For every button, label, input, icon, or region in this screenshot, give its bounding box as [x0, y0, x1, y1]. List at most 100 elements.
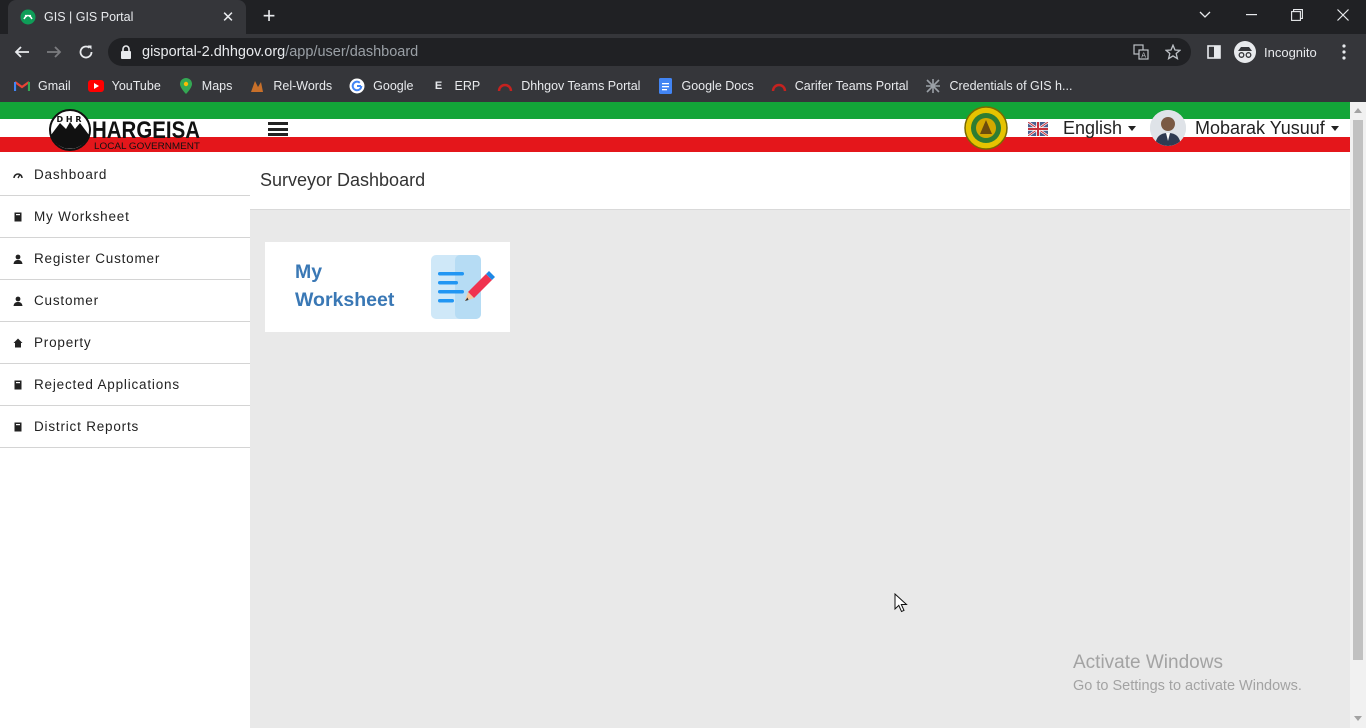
bookmark-item[interactable]: Google Docs: [657, 78, 754, 94]
worksheet-edit-icon: [431, 255, 495, 319]
user-icon: [13, 254, 23, 264]
sidebar-item-label: Dashboard: [34, 167, 108, 182]
bookmark-label: Google: [373, 79, 414, 93]
bookmark-item[interactable]: Maps: [178, 78, 232, 94]
sidebar-item-label: Customer: [34, 293, 99, 308]
reload-icon[interactable]: [72, 38, 100, 66]
google-docs-icon: [657, 78, 673, 94]
bookmark-label: Rel-Words: [273, 79, 333, 93]
logo-subtitle: LOCAL GOVERNMENT: [94, 141, 201, 151]
watermark-subtitle: Go to Settings to activate Windows.: [1073, 678, 1302, 694]
rel-words-icon: [249, 78, 265, 94]
sidebar-item-my-worksheet[interactable]: My Worksheet: [0, 196, 250, 238]
user-name: Mobarak Yusuuf: [1195, 117, 1325, 138]
url-text[interactable]: gisportal-2.dhhgov.org/app/user/dashboar…: [142, 44, 418, 60]
bookmarks-bar: Gmail YouTube Maps Rel-Words Google E ER…: [0, 70, 1366, 102]
sidebar-item-label: My Worksheet: [34, 209, 130, 224]
bookmark-item[interactable]: Dhhgov Teams Portal: [497, 78, 640, 94]
tab-close-icon[interactable]: ✕: [220, 8, 236, 26]
minimize-icon[interactable]: [1228, 0, 1274, 30]
back-icon[interactable]: [8, 38, 36, 66]
language-label: English: [1063, 118, 1123, 138]
language-dropdown[interactable]: English: [1028, 118, 1137, 139]
address-bar[interactable]: gisportal-2.dhhgov.org/app/user/dashboar…: [108, 38, 1191, 66]
bookmark-label: Google Docs: [681, 79, 754, 93]
bookmark-item[interactable]: Gmail: [14, 78, 71, 94]
book-icon: [14, 380, 22, 389]
sidebar-item-customer[interactable]: Customer: [0, 280, 250, 322]
user-icon: [13, 296, 23, 306]
credentials-icon: [925, 78, 941, 94]
translate-icon[interactable]: A: [1133, 44, 1149, 60]
top-banner: D H R HARGEISA LOCAL GOVERNMENT English: [0, 102, 1350, 154]
home-icon: [13, 338, 23, 347]
incognito-icon: [1234, 41, 1256, 63]
new-tab-icon[interactable]: +: [258, 5, 280, 28]
sidebar-item-label: Register Customer: [34, 251, 161, 266]
sidebar-item-register-customer[interactable]: Register Customer: [0, 238, 250, 280]
logo-badge-text: D H R: [57, 115, 82, 124]
gis-favicon-icon: [20, 9, 36, 25]
maps-icon: [178, 78, 194, 94]
tab-title: GIS | GIS Portal: [44, 10, 134, 24]
forward-icon[interactable]: [40, 38, 68, 66]
sidebar-item-property[interactable]: Property: [0, 322, 250, 364]
menu-toggle-icon[interactable]: [268, 122, 288, 136]
bookmark-item[interactable]: Google: [349, 78, 413, 94]
page-title: Surveyor Dashboard: [260, 170, 426, 190]
side-panel-icon[interactable]: [1200, 38, 1228, 66]
bookmark-item[interactable]: Credentials of GIS h...: [925, 78, 1072, 94]
sidebar-item-dashboard[interactable]: Dashboard: [0, 154, 250, 196]
bookmark-label: Dhhgov Teams Portal: [521, 79, 641, 93]
sidebar-item-label: District Reports: [34, 419, 140, 434]
restore-icon[interactable]: [1274, 0, 1320, 30]
teams-portal-icon: [497, 78, 513, 94]
caret-down-icon: [1330, 125, 1339, 131]
close-window-icon[interactable]: [1320, 0, 1366, 30]
book-icon: [14, 212, 22, 221]
government-emblem-icon: [964, 106, 1008, 150]
page-viewport: D H R HARGEISA LOCAL GOVERNMENT English: [0, 102, 1350, 728]
incognito-badge[interactable]: Incognito: [1234, 38, 1317, 66]
scroll-up-icon[interactable]: [1354, 108, 1362, 113]
bookmark-star-icon[interactable]: [1165, 44, 1181, 60]
bookmark-item[interactable]: Carifer Teams Portal: [771, 78, 909, 94]
sidebar-item-rejected-applications[interactable]: Rejected Applications: [0, 364, 250, 406]
scroll-down-icon[interactable]: [1354, 716, 1362, 721]
windows-activation-watermark: Activate Windows Go to Settings to activ…: [1073, 652, 1302, 694]
sidebar: Dashboard My Worksheet Register Customer…: [0, 154, 250, 728]
mouse-cursor-icon: [894, 593, 908, 613]
bookmark-label: Gmail: [38, 79, 71, 93]
sidebar-item-district-reports[interactable]: District Reports: [0, 406, 250, 448]
bookmark-label: Carifer Teams Portal: [794, 79, 909, 93]
bookmark-item[interactable]: E ERP: [430, 78, 480, 94]
incognito-label: Incognito: [1264, 44, 1317, 60]
avatar: [1150, 110, 1186, 146]
scrollbar-thumb[interactable]: [1353, 120, 1363, 660]
gmail-icon: [14, 78, 30, 94]
bookmark-item[interactable]: Rel-Words: [249, 78, 332, 94]
browser-tabstrip: GIS | GIS Portal ✕ +: [0, 0, 1366, 34]
sidebar-item-label: Property: [34, 335, 92, 350]
card-label: My Worksheet: [295, 261, 395, 311]
uk-flag-icon: [1028, 121, 1048, 136]
browser-tab[interactable]: GIS | GIS Portal ✕: [8, 0, 246, 34]
lock-icon: [121, 45, 131, 59]
url-path: /app/user/dashboard: [285, 44, 419, 60]
content-header: Surveyor Dashboard: [250, 154, 1350, 210]
sidebar-item-label: Rejected Applications: [34, 377, 180, 392]
bookmark-label: YouTube: [111, 79, 161, 93]
youtube-icon: [87, 78, 104, 94]
user-menu[interactable]: Mobarak Yusuuf: [1150, 110, 1339, 146]
watermark-title: Activate Windows: [1073, 652, 1223, 673]
erp-icon: E: [434, 80, 443, 92]
bookmark-label: ERP: [454, 79, 481, 93]
browser-toolbar: gisportal-2.dhhgov.org/app/user/dashboar…: [0, 34, 1366, 70]
hargeisa-logo[interactable]: D H R HARGEISA LOCAL GOVERNMENT: [48, 108, 208, 152]
tab-search-chevron-icon[interactable]: [1182, 0, 1228, 30]
page-scrollbar[interactable]: [1350, 102, 1366, 728]
url-host: gisportal-2.dhhgov.org: [142, 44, 286, 60]
my-worksheet-card[interactable]: My Worksheet: [265, 242, 510, 332]
bookmark-item[interactable]: YouTube: [87, 78, 161, 94]
browser-menu-icon[interactable]: [1330, 38, 1358, 66]
